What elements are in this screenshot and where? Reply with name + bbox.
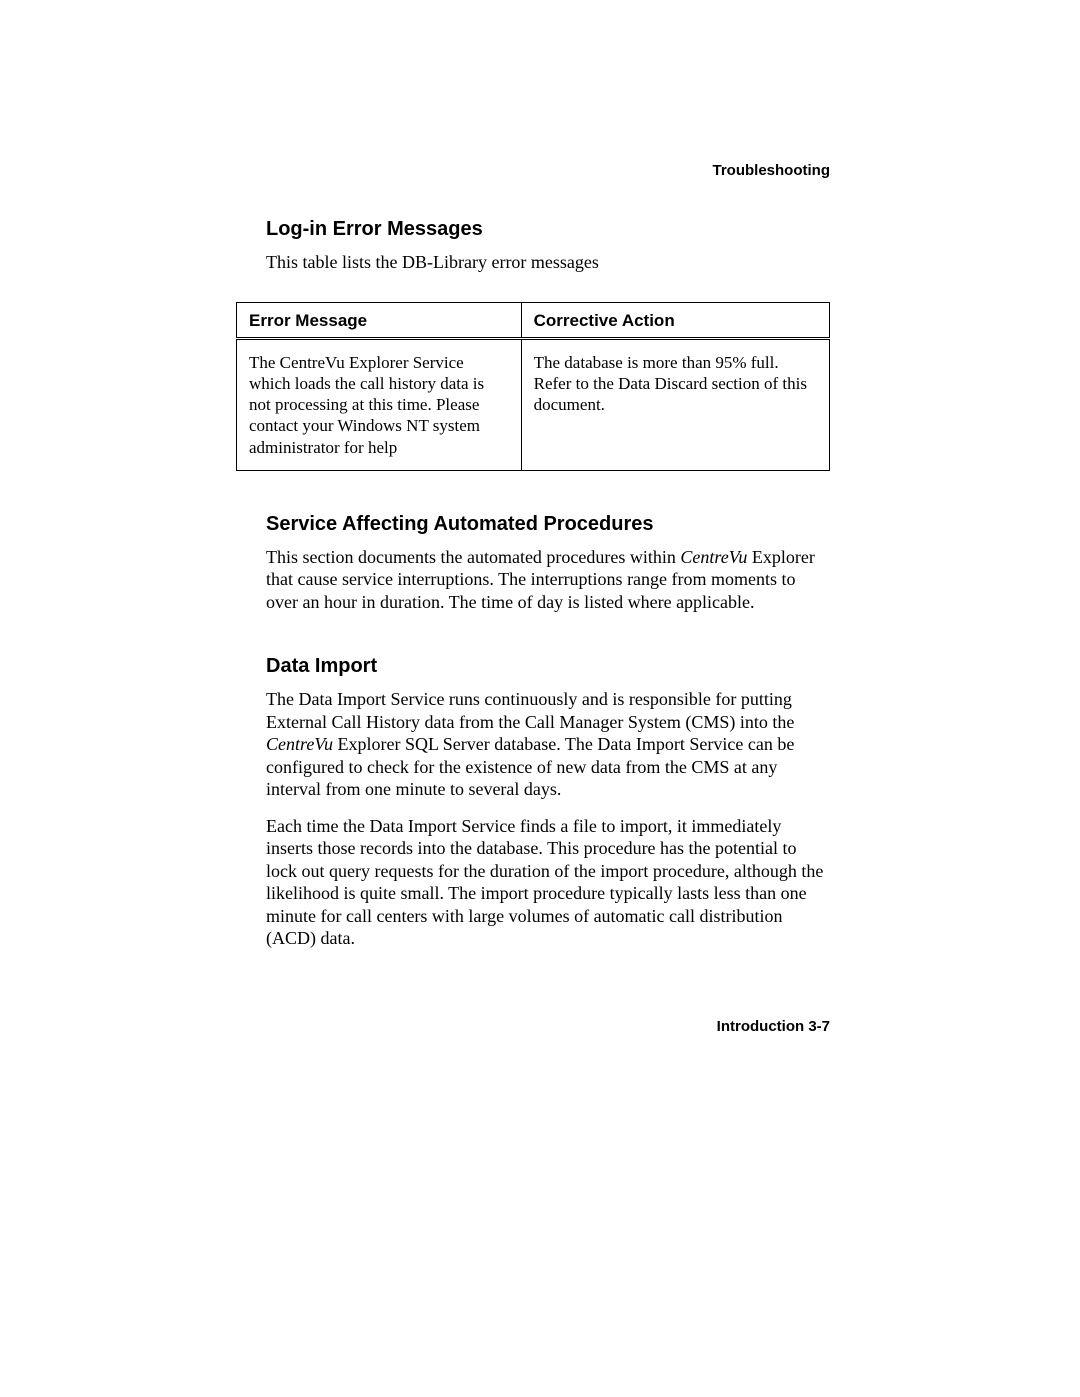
text-span: This section documents the automated pro…: [266, 547, 680, 567]
table-header-action: Corrective Action: [521, 302, 829, 338]
login-errors-intro: This table lists the DB-Library error me…: [266, 251, 830, 274]
service-affecting-para: This section documents the automated pro…: [266, 546, 830, 614]
italic-term: CentreVu: [266, 734, 333, 754]
text-span: Explorer SQL Server database. The Data I…: [266, 734, 794, 799]
running-head: Troubleshooting: [713, 162, 831, 179]
table-row: The CentreVu Explorer Service which load…: [237, 338, 830, 470]
document-page: Troubleshooting Log-in Error Messages Th…: [0, 0, 1080, 1397]
table-header-row: Error Message Corrective Action: [237, 302, 830, 338]
data-import-para1: The Data Import Service runs continuousl…: [266, 688, 830, 801]
heading-login-errors: Log-in Error Messages: [266, 218, 830, 241]
heading-service-affecting: Service Affecting Automated Procedures: [266, 513, 830, 536]
heading-data-import: Data Import: [266, 655, 830, 678]
text-span: The Data Import Service runs continuousl…: [266, 689, 794, 732]
cell-error-message: The CentreVu Explorer Service which load…: [237, 338, 522, 470]
data-import-para2: Each time the Data Import Service finds …: [266, 815, 830, 950]
page-content: Log-in Error Messages This table lists t…: [266, 218, 830, 964]
error-table: Error Message Corrective Action The Cent…: [236, 302, 830, 471]
italic-term: CentreVu: [680, 547, 747, 567]
cell-corrective-action: The database is more than 95% full. Refe…: [521, 338, 829, 470]
table-header-error: Error Message: [237, 302, 522, 338]
page-footer-label: Introduction 3-7: [717, 1018, 830, 1035]
